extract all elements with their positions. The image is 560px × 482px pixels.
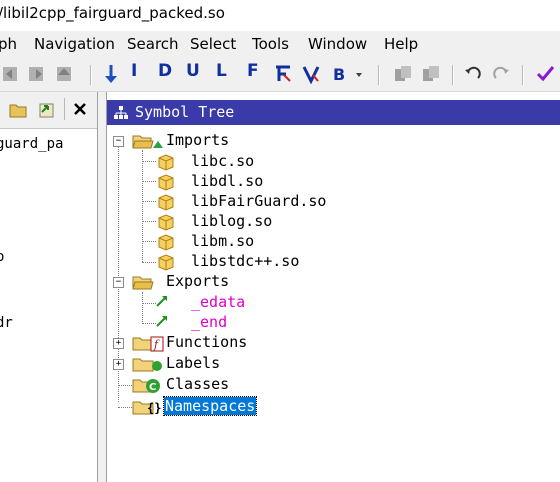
library-icon: [158, 254, 174, 271]
toolbar-separator: [90, 65, 92, 85]
undo-icon[interactable]: [462, 63, 484, 85]
export-arrow-icon: [156, 296, 167, 307]
imports-folder-icon: [132, 135, 163, 149]
next-instruction-letter[interactable]: I: [131, 61, 137, 81]
labels-node[interactable]: Labels: [166, 354, 220, 372]
menu-navigation[interactable]: Navigation: [34, 35, 115, 53]
next-value-icon[interactable]: [300, 63, 322, 85]
tree-guide-line: [142, 181, 156, 182]
toolbar-separator: [378, 65, 380, 85]
labels-expand-toggle[interactable]: +: [113, 359, 124, 370]
menu-search[interactable]: Search: [127, 35, 179, 53]
exports-node[interactable]: Exports: [166, 272, 229, 290]
import-libc[interactable]: libc.so: [191, 152, 254, 170]
close-icon[interactable]: [72, 101, 88, 117]
library-icon: [158, 214, 174, 231]
next-label-letter[interactable]: L: [216, 61, 227, 81]
open-folder-icon[interactable]: [8, 100, 28, 120]
tree-guide-line: [118, 385, 132, 386]
window-title: /libil2cpp_fairguard_packed.so: [0, 4, 225, 22]
menu-help[interactable]: Help: [384, 35, 418, 53]
functions-node[interactable]: Functions: [166, 333, 247, 351]
namespaces-node[interactable]: Namespaces: [162, 396, 258, 416]
analyze-checkmark-icon[interactable]: [534, 63, 556, 85]
import-libstdcpp[interactable]: libstdc++.so: [191, 252, 299, 270]
functions-folder-icon: f: [132, 336, 164, 352]
export-arrow-icon: [156, 316, 167, 327]
library-icon: [158, 174, 174, 191]
import-liblog[interactable]: liblog.so: [191, 212, 272, 230]
toolbar-separator: [64, 98, 65, 120]
import-libfairguard[interactable]: libFairGuard.so: [191, 192, 326, 210]
next-non-function-icon[interactable]: [272, 63, 294, 85]
functions-expand-toggle[interactable]: +: [113, 338, 124, 349]
symbol-tree-panel: Symbol Tree − Imports libc.so libdl.so l…: [107, 92, 560, 482]
namespaces-folder-icon: {}: [132, 401, 161, 415]
import-libdl[interactable]: libdl.so: [191, 172, 263, 190]
export-end[interactable]: _end: [191, 313, 227, 331]
tree-guide-line: [118, 407, 132, 408]
program-tree-item[interactable]: dr: [0, 315, 13, 331]
tree-guide-line: [142, 161, 156, 162]
next-bookmark-icon[interactable]: B: [330, 63, 352, 85]
tree-guide-line: [142, 201, 156, 202]
menu-window[interactable]: Window: [308, 35, 367, 53]
import-libm[interactable]: libm.so: [191, 232, 254, 250]
nav-forward-icon[interactable]: [26, 63, 48, 85]
svg-text:{}: {}: [147, 401, 161, 415]
classes-folder-icon: C: [132, 379, 160, 393]
toolbar-separator: [522, 65, 524, 85]
imports-collapse-toggle[interactable]: −: [113, 136, 124, 147]
exports-collapse-toggle[interactable]: −: [113, 277, 124, 288]
symbol-tree-icon: [114, 106, 128, 119]
window-titlebar: /libil2cpp_fairguard_packed.so: [0, 0, 560, 30]
nav-back-icon[interactable]: [0, 63, 22, 85]
toolbar-separator: [452, 65, 454, 85]
main-toolbar: I D U L F B: [0, 57, 560, 92]
redo-icon[interactable]: [490, 63, 512, 85]
labels-folder-icon: [132, 358, 162, 372]
imports-node[interactable]: Imports: [166, 131, 229, 149]
svg-text:B: B: [333, 65, 345, 84]
menu-graph[interactable]: ph: [0, 35, 17, 53]
tree-guide-line: [142, 292, 143, 324]
tree-guide-line: [142, 303, 156, 304]
menu-select[interactable]: Select: [190, 35, 236, 53]
symbol-tree-header[interactable]: Symbol Tree: [107, 100, 560, 125]
nav-up-icon[interactable]: [54, 63, 76, 85]
menu-bar: ph Navigation Search Select Tools Window…: [0, 31, 560, 57]
program-tree-item[interactable]: guard_pa: [0, 136, 63, 152]
next-function-letter[interactable]: F: [247, 61, 259, 81]
tree-guide-line: [142, 323, 156, 324]
program-tree-item[interactable]: o: [0, 249, 4, 265]
menu-tools[interactable]: Tools: [252, 35, 289, 53]
import-arrow-icon[interactable]: [37, 100, 57, 120]
exports-folder-icon: [132, 276, 154, 290]
save-to-project-icon[interactable]: [392, 63, 414, 85]
classes-node[interactable]: Classes: [166, 375, 229, 393]
export-edata[interactable]: _edata: [191, 293, 245, 311]
left-panel: guard_pa o dr: [0, 92, 98, 482]
left-panel-toolbar: [0, 92, 97, 129]
tree-guide-line: [142, 241, 156, 242]
next-data-letter[interactable]: D: [158, 61, 172, 81]
open-program-icon[interactable]: [420, 63, 442, 85]
library-icon: [158, 194, 174, 211]
symbol-tree: − Imports libc.so libdl.so libFairGuard.…: [107, 128, 560, 482]
tree-guide-line: [142, 150, 143, 262]
bookmark-dropdown-icon[interactable]: [352, 63, 366, 85]
panel-divider[interactable]: [98, 92, 107, 482]
library-icon: [158, 154, 174, 171]
next-undefined-letter[interactable]: U: [186, 61, 200, 81]
next-instruction-icon[interactable]: [100, 63, 122, 85]
library-icon: [158, 234, 174, 251]
symbol-tree-title: Symbol Tree: [135, 103, 235, 121]
tree-guide-line: [142, 262, 156, 263]
svg-text:C: C: [149, 382, 156, 393]
tree-guide-line: [142, 221, 156, 222]
